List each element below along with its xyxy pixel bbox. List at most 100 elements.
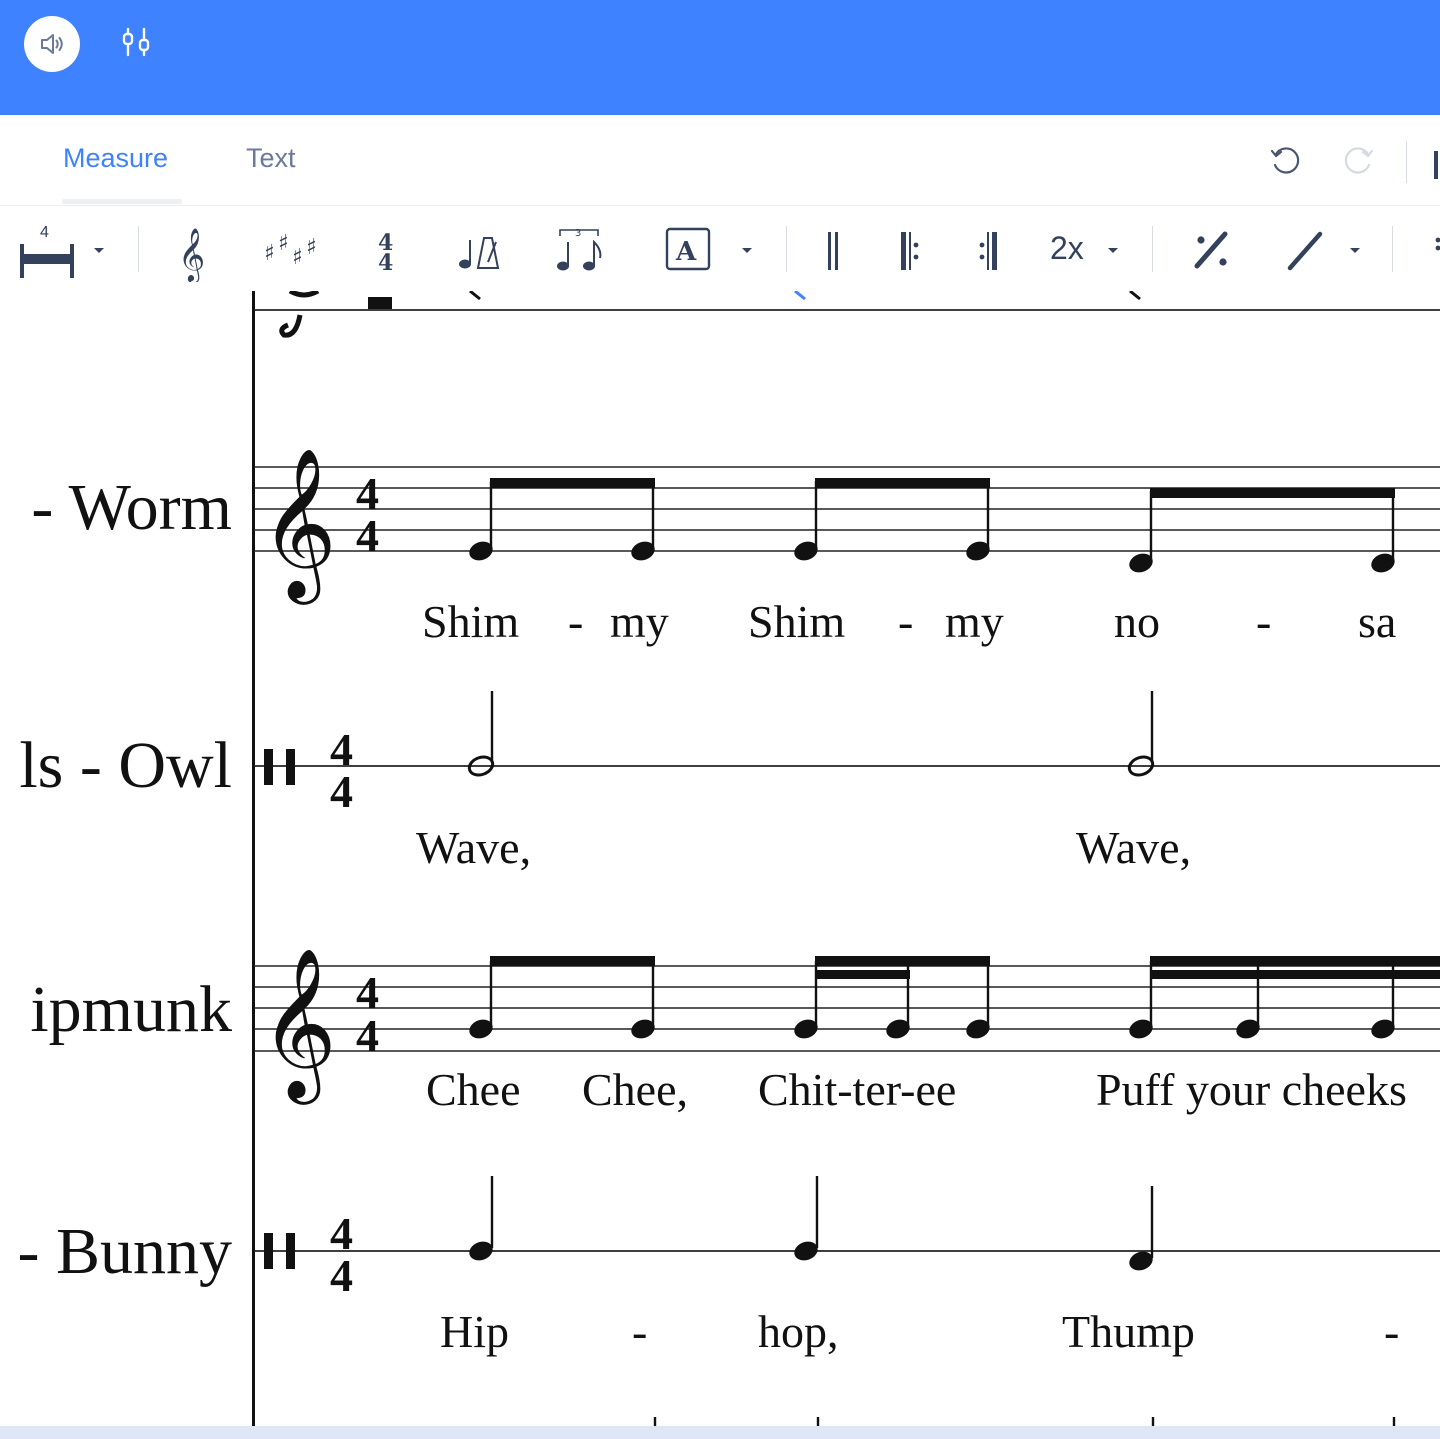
percussion-clef — [264, 1233, 273, 1269]
key-signature-button[interactable]: ♯ ♯ ♯ ♯ — [262, 216, 324, 282]
staff-owl[interactable]: ls - Owl 4 4 Wave, Wave, — [19, 691, 1440, 873]
staff-chipmunk[interactable]: ipmunk 𝄞 4 4 Chee Chee, Chit-ter-ee Puff… — [30, 946, 1440, 1115]
measure-repeat-icon — [1194, 231, 1228, 269]
staff-name: - Bunny — [18, 1215, 233, 1288]
lyric[interactable]: hop, — [758, 1306, 839, 1357]
redo-icon — [1344, 147, 1374, 174]
next-staff-partial — [653, 1417, 1396, 1426]
lyric-hyphen: - — [898, 596, 913, 647]
chevron-down-icon — [94, 248, 104, 253]
lyric[interactable]: Shim — [422, 596, 519, 647]
top-staff-partial — [254, 291, 1440, 338]
system-barline — [252, 291, 255, 1426]
top-bar — [0, 0, 1440, 115]
tuplet-button[interactable]: 3 — [554, 216, 610, 282]
tab-bar: Measure Text — [0, 115, 1440, 205]
tempo-button[interactable] — [456, 216, 500, 282]
speaker-icon — [41, 34, 63, 54]
svg-text:𝄞: 𝄞 — [178, 227, 205, 282]
tab-bar-divider — [1406, 141, 1407, 183]
time-signature-bottom: 4 — [330, 766, 353, 817]
svg-text:A: A — [675, 237, 697, 267]
tempo-icon — [459, 237, 500, 269]
treble-clef-icon: 𝄞 — [178, 227, 205, 282]
staff-bunny[interactable]: - Bunny 4 4 Hip - hop, Thump - — [18, 1176, 1440, 1357]
lyric[interactable]: sa — [1358, 596, 1396, 647]
time-signature-icon: 4 4 — [378, 230, 393, 276]
double-barline-icon — [828, 232, 838, 270]
staff-name: - Worm — [31, 471, 232, 544]
double-barline-button[interactable] — [822, 216, 846, 282]
bottom-strip — [0, 1426, 1440, 1439]
svg-text:4: 4 — [378, 250, 393, 276]
staff-name: ipmunk — [30, 973, 232, 1046]
lyric-hyphen: - — [568, 596, 583, 647]
repeat-times-label: 2x — [1050, 230, 1084, 266]
sound-button[interactable] — [24, 16, 80, 72]
toolbar-separator — [1152, 226, 1153, 272]
lyric[interactable]: no — [1114, 596, 1160, 647]
lyric[interactable]: Shim — [748, 596, 845, 647]
treble-clef: 𝄞 — [260, 946, 337, 1105]
lyric[interactable]: Wave, — [416, 822, 531, 873]
repeat-times-button[interactable]: 2x — [1046, 216, 1136, 282]
notation-toolbar: 4 𝄞 ♯ ♯ ♯ ♯ 4 4 3 A 2x — [0, 205, 1440, 292]
lyric[interactable]: my — [945, 596, 1004, 647]
active-tab-indicator — [62, 199, 182, 204]
svg-text:♯: ♯ — [292, 245, 303, 270]
text-box-icon: A — [665, 227, 711, 271]
mixer-icon — [122, 27, 150, 57]
toolbar-separator — [138, 226, 139, 272]
lyric-hyphen: - — [632, 1306, 647, 1357]
lyric[interactable]: Chit-ter-ee — [758, 1064, 956, 1115]
measure-repeat-button[interactable] — [1190, 216, 1236, 282]
measure-width-button[interactable]: 4 — [16, 216, 112, 282]
time-signature-bottom: 4 — [330, 1250, 353, 1301]
time-signature-bottom: 4 — [356, 510, 379, 561]
lyric[interactable]: Chee, — [582, 1064, 688, 1115]
lyric[interactable]: Puff your cheeks — [1096, 1064, 1407, 1115]
repeat-start-icon — [901, 232, 919, 270]
svg-text:♯: ♯ — [278, 231, 289, 256]
slash-notation-button[interactable] — [1284, 216, 1374, 282]
key-signature-icon: ♯ ♯ ♯ ♯ — [264, 231, 317, 270]
toolbar-separator — [1392, 226, 1393, 272]
toolbar-separator — [786, 226, 787, 272]
redo-button[interactable] — [1340, 143, 1376, 183]
repeat-start-button[interactable] — [898, 216, 928, 282]
panel-toggle-edge[interactable] — [1434, 151, 1438, 179]
tab-text[interactable]: Text — [246, 143, 296, 174]
lyric[interactable]: Hip — [440, 1306, 509, 1357]
lyric[interactable]: Thump — [1062, 1306, 1195, 1357]
lyric-hyphen: - — [1256, 596, 1271, 647]
svg-text:3: 3 — [575, 228, 581, 239]
toolbar-overflow-icon[interactable] — [1432, 236, 1440, 258]
undo-icon — [1270, 147, 1300, 174]
measures-count: 4 — [40, 224, 49, 241]
time-signature-bottom: 4 — [356, 1010, 379, 1061]
lyric[interactable]: my — [610, 596, 669, 647]
time-signature-button[interactable]: 4 4 — [372, 216, 404, 282]
staff-worm[interactable]: - Worm 𝄞 4 4 Shim - my Shim - my no - sa — [31, 446, 1440, 647]
tab-measure[interactable]: Measure — [63, 143, 168, 174]
score-canvas[interactable]: - Worm 𝄞 4 4 Shim - my Shim - my no - sa… — [0, 291, 1440, 1426]
chevron-down-icon — [742, 248, 752, 253]
mixer-button[interactable] — [118, 24, 154, 60]
svg-text:♯: ♯ — [264, 241, 275, 266]
lyric[interactable]: Wave, — [1076, 822, 1191, 873]
repeat-end-button[interactable] — [976, 216, 1006, 282]
undo-button[interactable] — [1268, 143, 1304, 183]
lyric[interactable]: Chee — [426, 1064, 521, 1115]
slash-icon — [1287, 231, 1323, 271]
svg-text:♯: ♯ — [306, 235, 317, 260]
treble-clef: 𝄞 — [260, 446, 337, 605]
tuplet-icon: 3 — [557, 228, 602, 271]
chevron-down-icon — [1108, 248, 1118, 253]
staff-name: ls - Owl — [19, 729, 232, 802]
percussion-clef — [264, 749, 273, 785]
chevron-down-icon — [1350, 248, 1360, 253]
repeat-end-icon — [979, 232, 997, 270]
text-box-button[interactable]: A — [664, 216, 764, 282]
clef-button[interactable]: 𝄞 — [172, 216, 216, 282]
lyric-hyphen: - — [1384, 1306, 1399, 1357]
